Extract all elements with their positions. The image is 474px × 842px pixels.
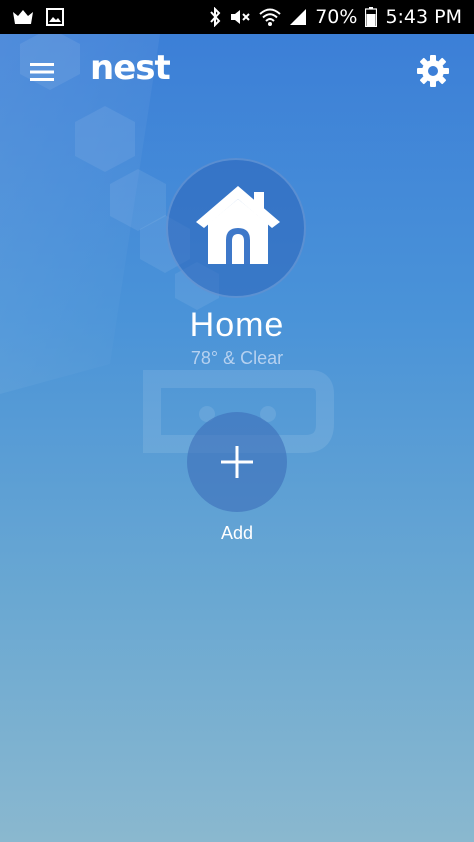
wifi-icon [259, 8, 281, 26]
status-bar-right: 70% 5:43 PM [209, 6, 462, 28]
add-button[interactable] [187, 412, 287, 512]
nest-logo: nest [90, 48, 171, 88]
app-bar: nest [0, 34, 474, 106]
bluetooth-icon [210, 7, 221, 27]
home-name: Home [189, 306, 285, 344]
home-structure-button[interactable] [166, 158, 306, 298]
battery-percent: 70% [315, 6, 358, 28]
status-bar-left [12, 8, 64, 26]
clock: 5:43 PM [385, 6, 462, 28]
image-notification-icon [46, 8, 64, 26]
home-weather: 78° & Clear [190, 348, 284, 368]
signal-icon [290, 9, 307, 25]
menu-button[interactable] [24, 54, 60, 90]
battery-icon [365, 7, 378, 27]
add-label: Add [220, 523, 254, 543]
hamburger-menu-icon [30, 63, 54, 81]
gear-icon [417, 55, 449, 87]
mute-icon [231, 10, 250, 24]
status-bar: 70% 5:43 PM [0, 0, 474, 34]
plus-icon [221, 446, 253, 478]
nest-notification-icon [13, 10, 33, 24]
settings-button[interactable] [414, 52, 452, 90]
main-screen: nest Home 78° & Clear Add [0, 34, 474, 842]
home-icon [196, 186, 280, 264]
